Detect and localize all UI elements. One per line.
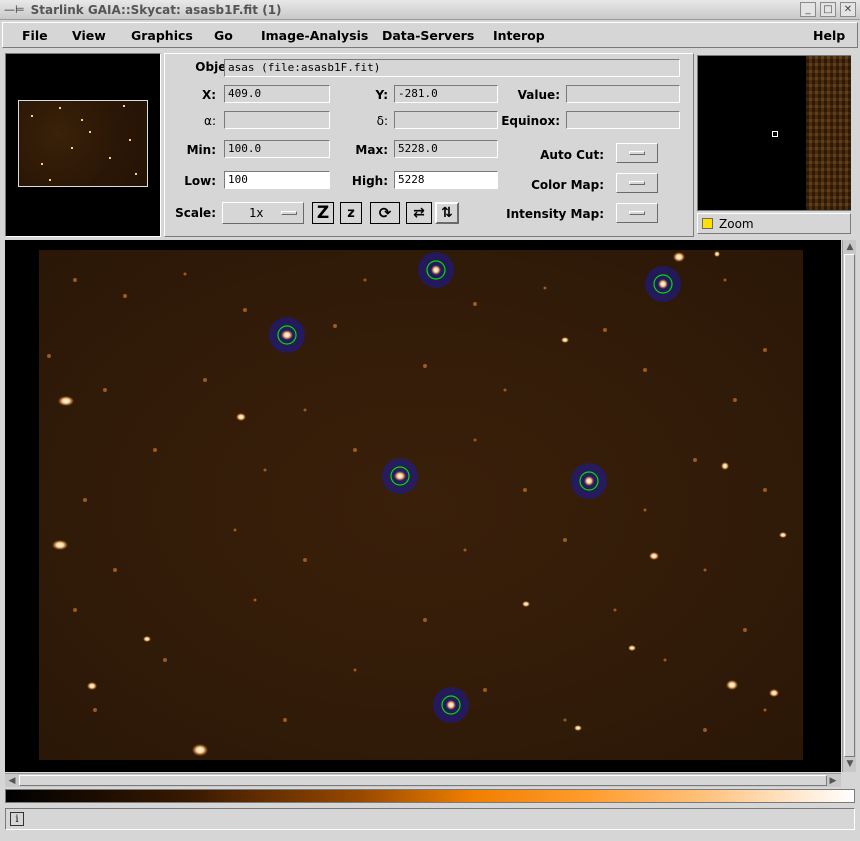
menu-go[interactable]: Go xyxy=(214,28,233,43)
max-field: 5228.0 xyxy=(394,140,498,158)
horizontal-scroll-thumb[interactable] xyxy=(19,775,827,786)
colormap-label: Color Map: xyxy=(531,178,604,192)
zoom-window xyxy=(697,55,851,211)
star-field-image[interactable] xyxy=(5,240,841,772)
value-field xyxy=(566,85,680,103)
aperture-marker xyxy=(433,687,469,723)
menu-image-analysis[interactable]: Image-Analysis xyxy=(261,28,368,43)
colormap-menu-button[interactable] xyxy=(616,173,658,193)
min-label: Min: xyxy=(186,143,216,157)
low-label: Low: xyxy=(184,174,216,188)
value-label: Value: xyxy=(517,88,560,102)
low-input[interactable]: 100 xyxy=(224,171,330,189)
zoom-in-icon: Z xyxy=(316,203,330,223)
aperture-marker xyxy=(571,463,607,499)
pan-window[interactable] xyxy=(5,53,161,237)
scroll-up-icon[interactable]: ▲ xyxy=(844,241,856,253)
scale-menu-button[interactable]: 1x xyxy=(222,202,304,224)
title-bar: —⊨ Starlink GAIA::Skycat: asasb1F.fit (1… xyxy=(0,0,860,20)
x-label: X: xyxy=(201,88,216,102)
max-label: Max: xyxy=(355,143,388,157)
aperture-marker xyxy=(382,458,418,494)
scroll-left-icon[interactable]: ◀ xyxy=(6,775,18,787)
maximize-icon[interactable]: □ xyxy=(820,2,836,17)
menu-graphics[interactable]: Graphics xyxy=(131,28,193,43)
delta-label: δ: xyxy=(376,114,388,128)
aperture-marker xyxy=(418,252,454,288)
menu-bar: File View Graphics Go Image-Analysis Dat… xyxy=(2,22,858,48)
menu-interop[interactable]: Interop xyxy=(493,28,545,43)
menu-file[interactable]: File xyxy=(22,28,48,43)
scale-value: 1x xyxy=(249,206,264,220)
zoom-checkbutton[interactable]: Zoom xyxy=(697,213,851,234)
scroll-right-icon[interactable]: ▶ xyxy=(827,775,839,787)
high-label: High: xyxy=(351,174,388,188)
intensitymap-menu-button[interactable] xyxy=(616,203,658,223)
colormap-bar[interactable] xyxy=(5,789,855,803)
rotate-icon: ⟳ xyxy=(378,204,392,222)
equinox-label: Equinox: xyxy=(501,114,560,128)
zoom-label: Zoom xyxy=(719,216,754,231)
close-icon[interactable]: ✕ xyxy=(840,2,856,17)
vertical-scrollbar[interactable]: ▲ ▼ xyxy=(842,240,856,772)
equinox-field xyxy=(566,111,680,129)
rotate-button[interactable]: ⟳ xyxy=(370,202,400,224)
window-menu-icon[interactable]: —⊨ xyxy=(0,3,25,16)
minimize-icon[interactable]: _ xyxy=(800,2,816,17)
horizontal-scrollbar[interactable]: ◀ ▶ xyxy=(5,773,841,787)
vertical-scroll-thumb[interactable] xyxy=(844,254,855,757)
zoom-out-button[interactable]: z xyxy=(340,202,362,224)
zoom-cursor-marker xyxy=(772,131,778,137)
scroll-down-icon[interactable]: ▼ xyxy=(844,758,856,770)
y-label: Y: xyxy=(375,88,388,102)
min-field: 100.0 xyxy=(224,140,330,158)
object-field: asas (file:asasb1F.fit) xyxy=(224,59,680,77)
alpha-field xyxy=(224,111,330,129)
menu-data-servers[interactable]: Data-Servers xyxy=(382,28,474,43)
y-field: -281.0 xyxy=(394,85,498,103)
x-field: 409.0 xyxy=(224,85,330,103)
zoom-out-icon: z xyxy=(347,205,355,221)
info-icon[interactable]: i xyxy=(10,812,24,826)
image-frame xyxy=(39,250,803,760)
high-input[interactable]: 5228 xyxy=(394,171,498,189)
zoom-image xyxy=(806,56,851,210)
flip-y-button[interactable]: ⇅ xyxy=(435,202,459,224)
scale-label: Scale: xyxy=(175,206,216,220)
zoom-checkbox-indicator xyxy=(702,218,713,229)
menu-view[interactable]: View xyxy=(72,28,106,43)
pan-thumbnail[interactable] xyxy=(18,100,148,187)
flip-y-icon: ⇅ xyxy=(441,205,453,221)
zoom-in-button[interactable]: Z xyxy=(312,202,334,224)
autocut-menu-button[interactable] xyxy=(616,143,658,163)
aperture-marker xyxy=(645,266,681,302)
alpha-label: α: xyxy=(204,114,216,128)
window-title: Starlink GAIA::Skycat: asasb1F.fit (1) xyxy=(30,2,282,17)
delta-field xyxy=(394,111,498,129)
menu-help[interactable]: Help xyxy=(813,28,845,43)
flip-x-button[interactable]: ⇄ xyxy=(406,202,432,224)
status-bar: i xyxy=(5,808,855,830)
image-canvas[interactable] xyxy=(5,240,841,772)
autocut-label: Auto Cut: xyxy=(540,148,604,162)
flip-x-icon: ⇄ xyxy=(413,205,425,221)
aperture-marker xyxy=(269,317,305,353)
intensitymap-label: Intensity Map: xyxy=(506,207,604,221)
